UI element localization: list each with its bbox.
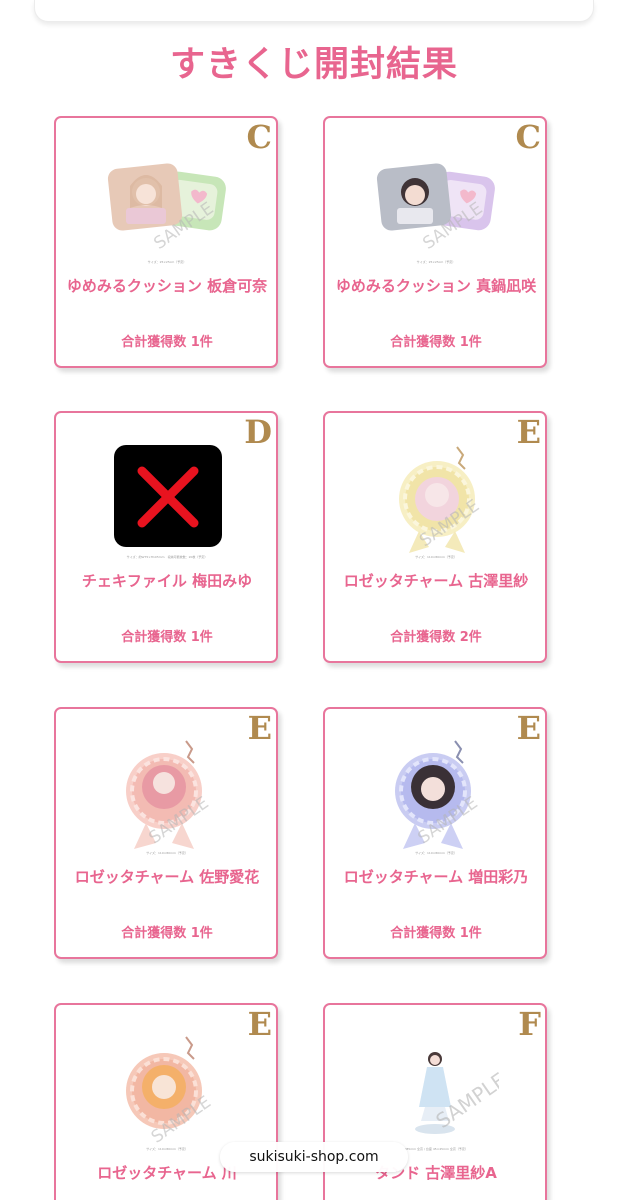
rank-label: E	[516, 709, 541, 747]
item-name: チェキファイル 梅田みゆ	[81, 572, 253, 590]
item-count: 合計獲得数 2件	[390, 630, 482, 645]
product-caption: サイズ：110×80mm（予定）	[415, 851, 457, 855]
product-caption: サイズ：約W75×H105mm 収納可能枚数：20枚（予定）	[126, 555, 208, 559]
result-card[interactable]: E SAMPLE サイズ：110×80mm（予定） ロゼッタチャーム 古澤里紗 …	[323, 411, 547, 663]
product-caption: サイズ：25×25cm（予定）	[416, 260, 456, 264]
acrylic-stand-icon: SAMPLE	[375, 1035, 499, 1147]
rosette-pink-icon: SAMPLE	[106, 739, 230, 851]
result-card[interactable]: E SAMPLE サイズ：110×80mm（予定） ロゼッタチャーム 佐野愛花 …	[54, 707, 278, 959]
item-name: ゆめみるクッション 真鍋凪咲	[335, 277, 537, 295]
product-caption: サイズ：110×80mm（予定）	[146, 1147, 188, 1151]
rank-label: C	[515, 118, 541, 156]
rank-label: E	[247, 1005, 272, 1043]
rosette-yellow-icon: SAMPLE	[375, 443, 499, 555]
rank-label: F	[518, 1005, 541, 1043]
item-count: 合計獲得数 1件	[390, 926, 482, 941]
rank-label: D	[244, 413, 272, 451]
rank-label: C	[246, 118, 272, 156]
results-grid: C SAMPLE サイズ：25×25cm（予定） ゆめみるクッション 板倉可奈 …	[0, 0, 628, 1200]
result-card[interactable]: C SAMPLE サイズ：25×25cm（予定） ゆめみるクッション 板倉可奈 …	[54, 116, 278, 368]
item-count: 合計獲得数 1件	[121, 630, 213, 645]
result-card[interactable]: E SAMPLE サイズ：110×80mm（予定） ロゼッタチャーム 増田彩乃 …	[323, 707, 547, 959]
result-card[interactable]: C SAMPLE サイズ：25×25cm（予定） ゆめみるクッション 真鍋凪咲 …	[323, 116, 547, 368]
item-name: ロゼッタチャーム 古澤里紗	[343, 572, 529, 590]
result-card[interactable]: D サイズ：約W75×H105mm 収納可能枚数：20枚（予定） チェキファイル…	[54, 411, 278, 663]
cushion-green-icon: SAMPLE	[106, 148, 230, 260]
rosette-peach-icon: SAMPLE	[106, 1035, 230, 1147]
cushion-purple-icon: SAMPLE	[375, 148, 499, 260]
item-count: 合計獲得数 1件	[121, 926, 213, 941]
item-count: 合計獲得数 1件	[121, 335, 213, 350]
rank-label: E	[516, 413, 541, 451]
product-caption: サイズ：25×25cm（予定）	[147, 260, 187, 264]
product-caption: サイズ：110×80mm（予定）	[415, 555, 457, 559]
product-caption: サイズ：110×80mm（予定）	[146, 851, 188, 855]
item-count: 合計獲得数 1件	[390, 335, 482, 350]
site-watermark: sukisuki-shop.com	[220, 1142, 408, 1172]
item-name: ロゼッタチャーム 佐野愛花	[74, 868, 260, 886]
broken-image-icon	[106, 443, 230, 555]
rosette-blue-icon: SAMPLE	[375, 739, 499, 851]
item-name: ゆめみるクッション 板倉可奈	[66, 277, 268, 295]
item-name: ロゼッタチャーム 増田彩乃	[343, 868, 529, 886]
rank-label: E	[247, 709, 272, 747]
